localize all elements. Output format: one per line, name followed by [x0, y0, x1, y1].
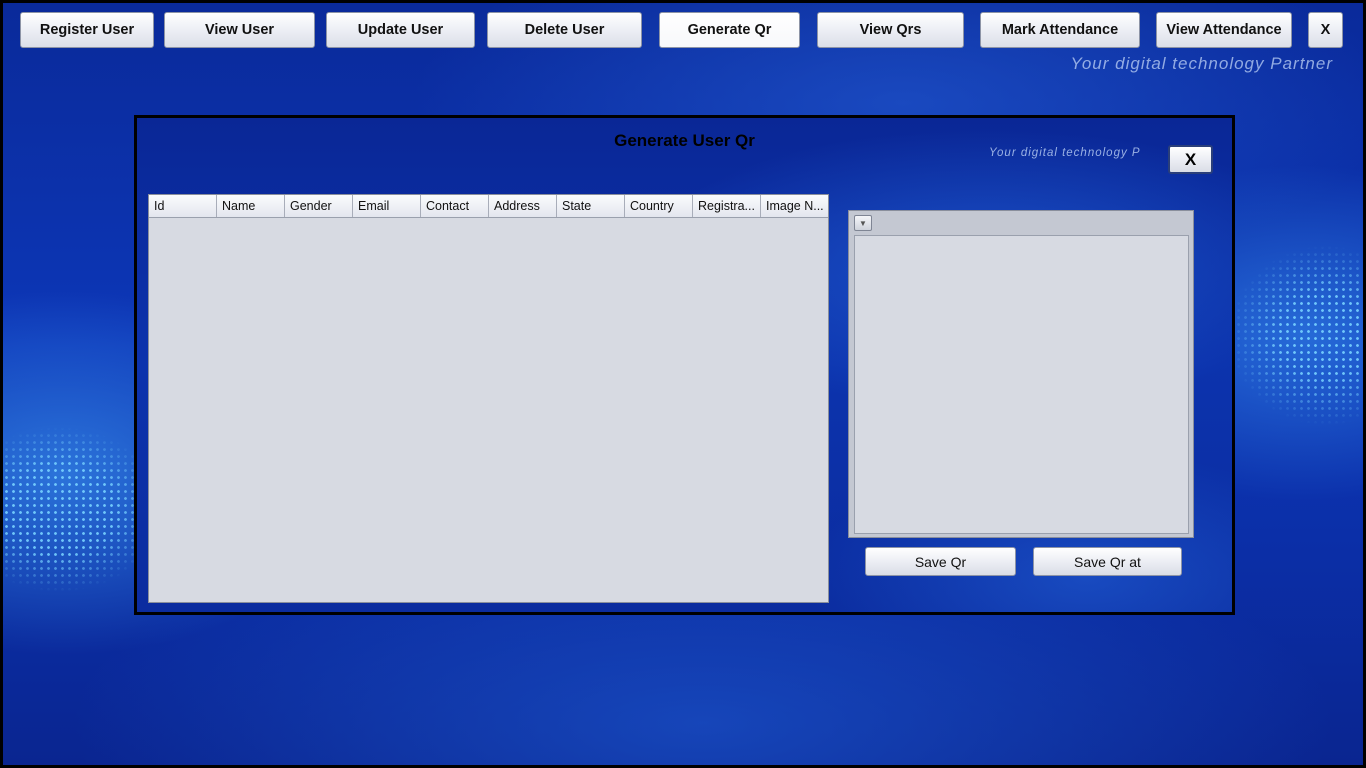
column-header-contact[interactable]: Contact	[421, 195, 489, 217]
dialog-close-button[interactable]: X	[1168, 145, 1213, 174]
column-header-registration[interactable]: Registra...	[693, 195, 761, 217]
generate-qr-button[interactable]: Generate Qr	[659, 12, 800, 48]
column-header-id[interactable]: Id	[149, 195, 217, 217]
background-dot-wave-right	[1228, 223, 1363, 473]
column-header-name[interactable]: Name	[217, 195, 285, 217]
mark-attendance-button[interactable]: Mark Attendance	[980, 12, 1140, 48]
view-attendance-button[interactable]: View Attendance	[1156, 12, 1292, 48]
app-window: Register User View User Update User Dele…	[3, 3, 1363, 765]
column-header-image-name[interactable]: Image N...	[761, 195, 828, 217]
generate-qr-dialog: Generate User Qr Your digital technology…	[134, 115, 1235, 615]
table-header: Id Name Gender Email Contact Address Sta…	[149, 195, 828, 218]
view-qrs-button[interactable]: View Qrs	[817, 12, 964, 48]
close-app-button[interactable]: X	[1308, 12, 1343, 48]
delete-user-button[interactable]: Delete User	[487, 12, 642, 48]
tagline: Your digital technology Partner	[1070, 54, 1333, 73]
dialog-tagline: Your digital technology P	[989, 147, 1141, 159]
view-user-button[interactable]: View User	[164, 12, 315, 48]
background-dot-wave-left	[3, 383, 143, 613]
chevron-down-icon[interactable]: ▼	[854, 215, 872, 231]
column-header-gender[interactable]: Gender	[285, 195, 353, 217]
column-header-address[interactable]: Address	[489, 195, 557, 217]
save-qr-at-button[interactable]: Save Qr at	[1033, 547, 1182, 576]
register-user-button[interactable]: Register User	[20, 12, 154, 48]
column-header-email[interactable]: Email	[353, 195, 421, 217]
users-table[interactable]: Id Name Gender Email Contact Address Sta…	[148, 194, 829, 603]
qr-preview-panel: ▼	[848, 210, 1194, 538]
qr-image-area	[854, 235, 1189, 534]
column-header-country[interactable]: Country	[625, 195, 693, 217]
update-user-button[interactable]: Update User	[326, 12, 475, 48]
column-header-state[interactable]: State	[557, 195, 625, 217]
save-qr-button[interactable]: Save Qr	[865, 547, 1016, 576]
